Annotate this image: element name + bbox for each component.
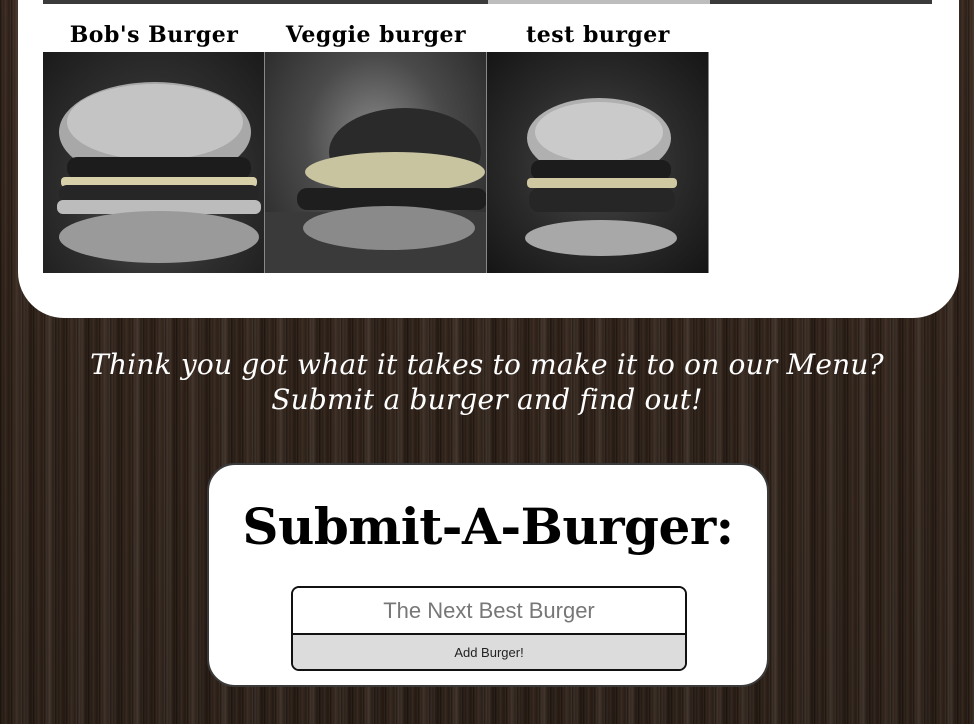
burger-grid: Bob's Burger Veggie burger test burger: [43, 19, 709, 273]
burger-name: Veggie burger: [285, 22, 467, 48]
burger-name: test burger: [526, 22, 670, 48]
burger-name-input[interactable]: [293, 588, 685, 635]
burger-card[interactable]: Veggie burger: [265, 19, 487, 273]
burger-card[interactable]: Bob's Burger: [43, 19, 265, 273]
burger-photo[interactable]: [487, 52, 709, 273]
burger-name: Bob's Burger: [69, 22, 239, 48]
call-to-action-text: Think you got what it takes to make it t…: [90, 348, 884, 416]
submit-burger-form: Add Burger!: [291, 586, 687, 671]
burger-photo-icon: [525, 98, 677, 256]
submit-title: Submit-A-Burger:: [242, 497, 734, 556]
add-burger-button[interactable]: Add Burger!: [293, 635, 685, 669]
burger-photo[interactable]: [43, 52, 265, 273]
burger-photo[interactable]: [265, 52, 487, 273]
burger-photo-icon: [265, 108, 486, 273]
burger-card[interactable]: test burger: [487, 19, 709, 273]
submit-burger-panel: Submit-A-Burger: Add Burger!: [207, 463, 769, 687]
previous-row-photo-strip-light: [488, 0, 710, 4]
burger-photo-icon: [57, 82, 261, 263]
